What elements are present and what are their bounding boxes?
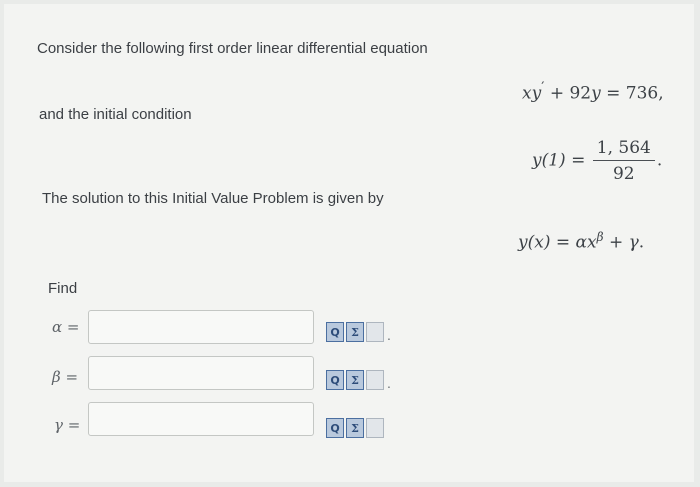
initial-condition: y(1) = 1, 564 92 .: [532, 138, 662, 184]
initial-condition-text: and the initial condition: [39, 106, 192, 123]
beta-period: .: [387, 375, 391, 391]
eq-plus-coef: + 92: [549, 83, 592, 104]
alpha-equals: =: [66, 318, 80, 336]
gamma-symbol: γ: [54, 416, 63, 434]
sol-plus: +: [608, 232, 624, 253]
ic-lhs: y(1): [532, 150, 566, 171]
alpha-answer-input[interactable]: [88, 310, 314, 344]
beta-label: β =: [52, 368, 78, 386]
sol-equals: =: [555, 232, 571, 253]
preview-icon[interactable]: Q: [326, 322, 344, 342]
sol-beta: β: [596, 230, 604, 244]
alpha-label: α =: [52, 318, 80, 336]
sol-lhs: y(x): [518, 232, 551, 253]
gamma-equals: =: [67, 416, 81, 434]
ic-numerator: 1, 564: [592, 138, 655, 161]
alpha-symbol: α: [52, 318, 63, 336]
eq-prime: ′: [541, 80, 545, 96]
help-icon[interactable]: [366, 418, 384, 438]
find-label: Find: [48, 280, 78, 297]
preview-icon[interactable]: Q: [326, 370, 344, 390]
differential-equation: xy′ + 92y = 736,: [522, 80, 664, 104]
ic-fraction: 1, 564 92: [592, 138, 655, 184]
sol-period: .: [638, 232, 645, 253]
sigma-icon[interactable]: Σ: [346, 370, 364, 390]
eq-x: x: [522, 83, 532, 104]
sol-alpha: α: [575, 232, 588, 253]
beta-answer-input[interactable]: [88, 356, 314, 390]
beta-symbol: β: [52, 368, 61, 386]
ic-equals: =: [571, 150, 586, 171]
beta-tools: Q Σ .: [326, 368, 391, 390]
preview-icon[interactable]: Q: [326, 418, 344, 438]
sol-x: x: [587, 232, 597, 253]
gamma-answer-input[interactable]: [88, 402, 314, 436]
sigma-icon[interactable]: Σ: [346, 418, 364, 438]
eq-rhs: = 736,: [606, 83, 664, 104]
eq-y2: y: [591, 83, 601, 104]
intro-text: Consider the following first order linea…: [37, 40, 428, 57]
ic-denominator: 92: [612, 164, 635, 184]
ic-period: .: [656, 150, 663, 171]
gamma-tools: Q Σ: [326, 416, 384, 438]
question-page: Consider the following first order linea…: [4, 4, 694, 482]
solution-text: The solution to this Initial Value Probl…: [42, 190, 384, 207]
sol-gamma: γ: [628, 232, 639, 253]
sigma-icon[interactable]: Σ: [346, 322, 364, 342]
beta-equals: =: [65, 368, 79, 386]
alpha-period: .: [387, 327, 391, 343]
help-icon[interactable]: [366, 370, 384, 390]
help-icon[interactable]: [366, 322, 384, 342]
solution-form: y(x) = αxβ + γ.: [518, 230, 644, 253]
alpha-tools: Q Σ .: [326, 320, 391, 342]
eq-y: y: [531, 83, 542, 104]
gamma-label: γ =: [54, 416, 80, 434]
